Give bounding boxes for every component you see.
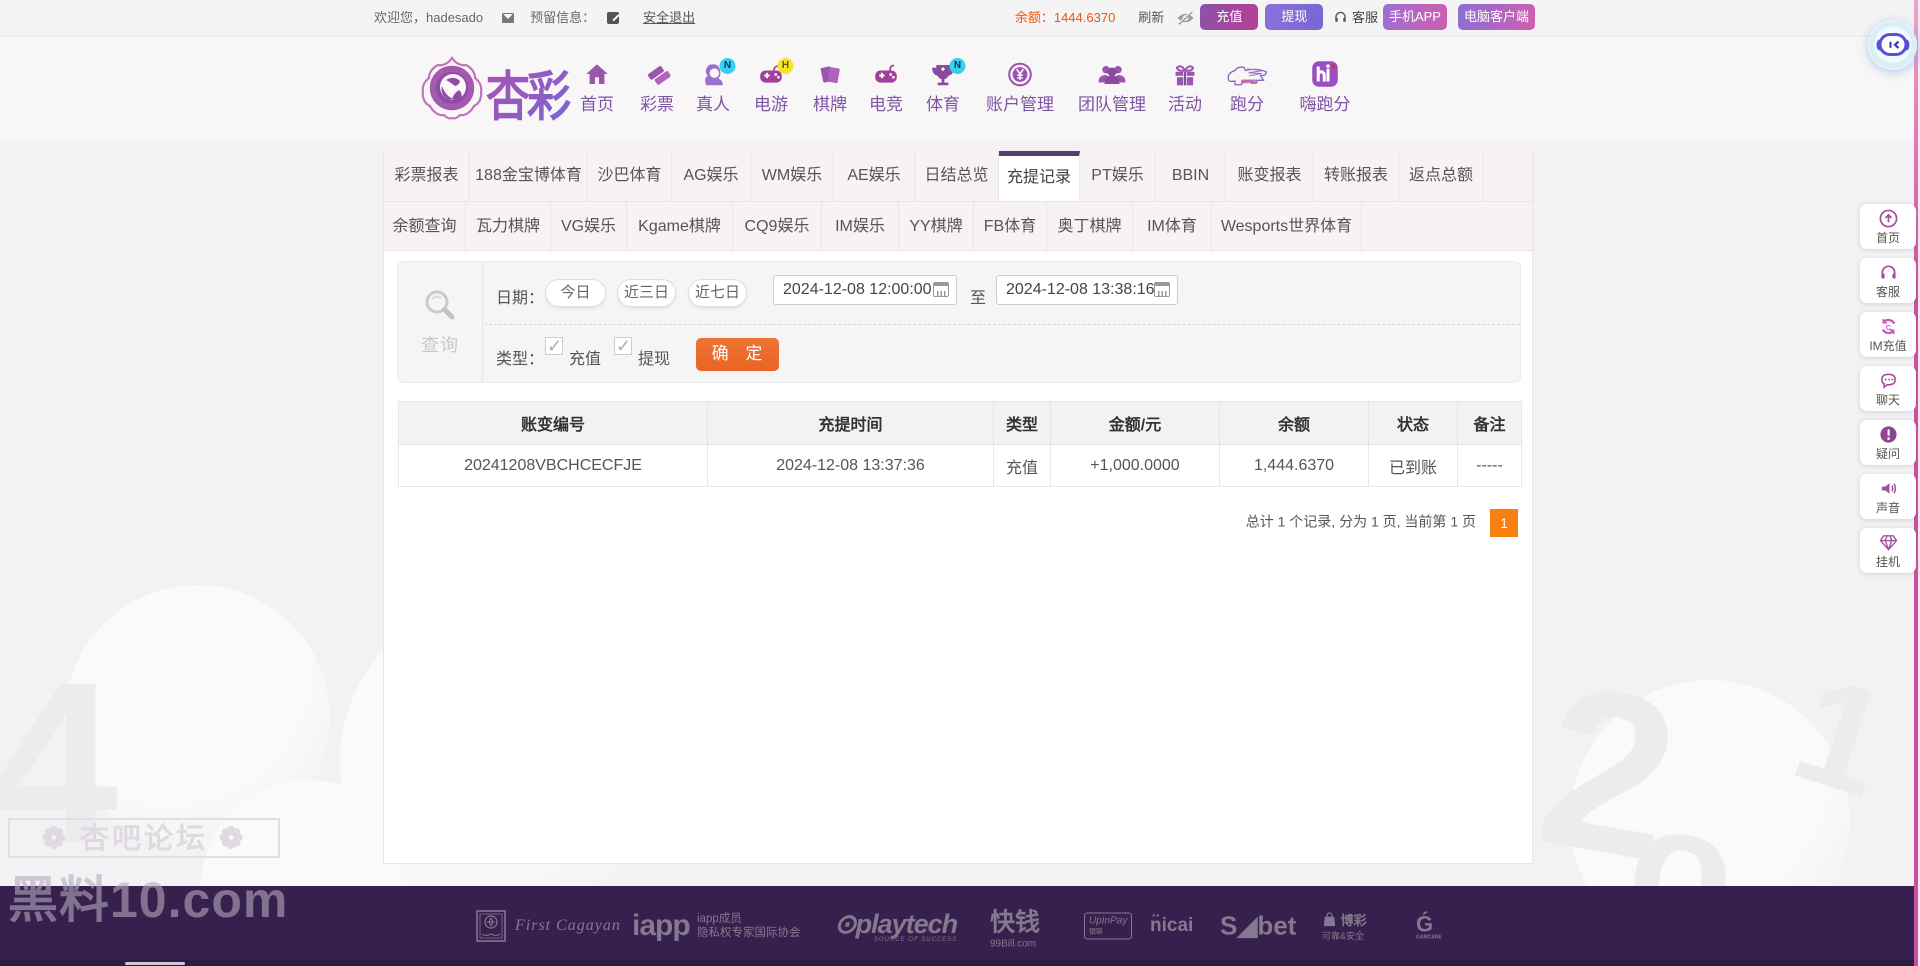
svg-text:C: C (1885, 323, 1891, 332)
